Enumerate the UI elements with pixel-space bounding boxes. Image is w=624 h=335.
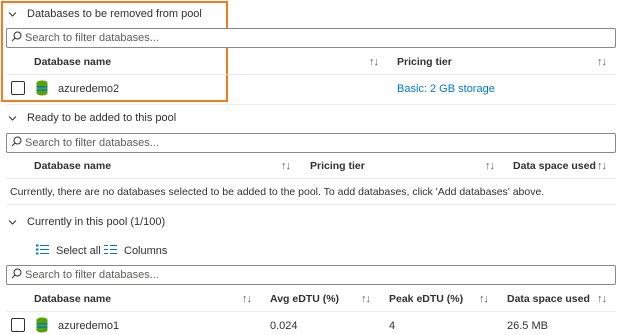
search-input[interactable] (25, 32, 615, 44)
select-all-button[interactable]: Select all (36, 244, 101, 258)
section-add-header[interactable]: Ready to be added to this pool (8, 110, 176, 126)
database-icon (36, 317, 48, 333)
sort-icon[interactable]: ↑↓ (485, 160, 495, 172)
search-box-current[interactable] (6, 265, 616, 285)
section-current-header[interactable]: Currently in this pool (1/100) (8, 214, 165, 230)
select-all-label: Select all (56, 245, 101, 257)
column-header-data-space-used[interactable]: Data space used (513, 160, 596, 172)
search-icon (11, 31, 22, 45)
section-title: Currently in this pool (1/100) (27, 216, 166, 228)
column-header-database-name[interactable]: Database name (34, 160, 111, 172)
column-header-pricing-tier[interactable]: Pricing tier (310, 160, 365, 172)
peak-edtu-cell: 4 (389, 320, 396, 332)
search-input[interactable] (25, 137, 615, 149)
column-header-peak-edtu[interactable]: Peak eDTU (%) (389, 293, 463, 305)
search-icon (11, 136, 22, 150)
divider (6, 204, 616, 205)
sort-icon[interactable]: ↑↓ (369, 56, 379, 68)
sort-icon[interactable]: ↑↓ (242, 293, 252, 305)
divider (6, 178, 616, 179)
columns-icon (104, 244, 117, 258)
section-title: Ready to be added to this pool (27, 112, 177, 124)
divider (6, 74, 616, 75)
avg-edtu-cell: 0.024 (270, 320, 298, 332)
column-header-avg-edtu[interactable]: Avg eDTU (%) (270, 293, 339, 305)
divider (6, 311, 616, 312)
database-name-cell: azuredemo1 (58, 320, 120, 332)
columns-label: Columns (124, 245, 168, 257)
columns-button[interactable]: Columns (104, 244, 167, 258)
search-box-add[interactable] (6, 133, 616, 153)
chevron-down-icon[interactable] (8, 218, 17, 227)
column-header-database-name[interactable]: Database name (34, 293, 111, 305)
chevron-down-icon[interactable] (8, 114, 17, 123)
database-icon (36, 80, 48, 96)
sort-icon[interactable]: ↑↓ (597, 293, 607, 305)
data-space-used-cell: 26.5 MB (507, 320, 548, 332)
empty-message: Currently, there are no databases select… (10, 186, 545, 198)
pricing-tier-link[interactable]: Basic: 2 GB storage (397, 83, 495, 95)
column-header-database-name[interactable]: Database name (34, 56, 111, 68)
sort-icon[interactable]: ↑↓ (361, 293, 371, 305)
row-checkbox[interactable] (11, 81, 25, 95)
sort-icon[interactable]: ↑↓ (479, 293, 489, 305)
select-all-icon (36, 244, 49, 258)
sort-icon[interactable]: ↑↓ (281, 160, 291, 172)
chevron-down-icon[interactable] (8, 10, 17, 19)
sort-icon[interactable]: ↑↓ (597, 160, 607, 172)
search-input[interactable] (25, 269, 615, 281)
section-title: Databases to be removed from pool (27, 8, 202, 20)
search-icon (11, 268, 22, 282)
sort-icon[interactable]: ↑↓ (597, 56, 607, 68)
search-box-remove[interactable] (6, 28, 616, 48)
row-checkbox[interactable] (11, 318, 25, 332)
column-header-data-space-used[interactable]: Data space used (507, 293, 590, 305)
database-name-cell: azuredemo2 (58, 83, 120, 95)
column-header-pricing-tier[interactable]: Pricing tier (397, 56, 452, 68)
section-remove-header[interactable]: Databases to be removed from pool (8, 6, 202, 22)
divider (6, 104, 616, 105)
